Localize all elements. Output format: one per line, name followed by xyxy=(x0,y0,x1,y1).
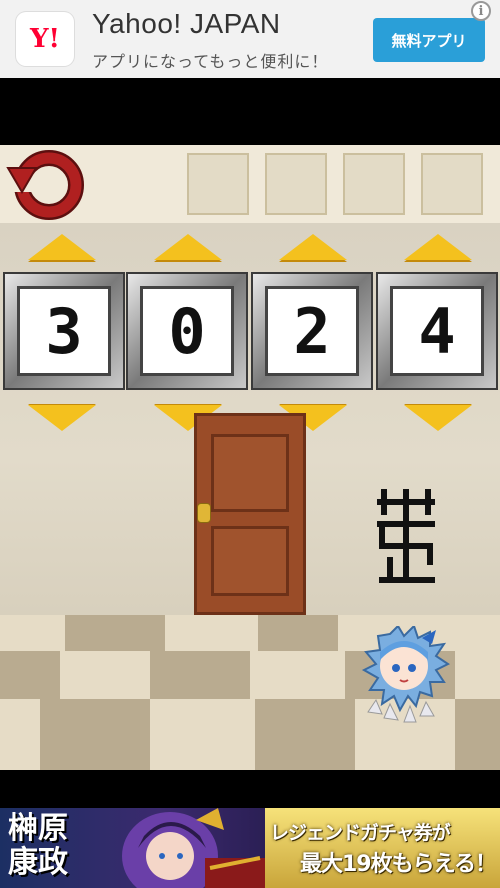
door-knob[interactable] xyxy=(197,503,211,523)
game-screen: Y! Yahoo! JAPAN アプリになってもっと便利に！ 無料アプリ i 3 xyxy=(0,0,500,888)
digit-down-arrow[interactable] xyxy=(28,405,96,431)
door-panel-bottom xyxy=(211,526,289,596)
inventory-slot[interactable] xyxy=(187,153,249,215)
digit-value: 3 xyxy=(17,286,111,376)
digit-down-arrow[interactable] xyxy=(404,405,472,431)
ad-subtitle[interactable]: アプリになってもっと便利に！ xyxy=(92,48,328,72)
digit-up-arrow[interactable] xyxy=(154,234,222,260)
ad-title[interactable]: Yahoo! JAPAN xyxy=(92,8,281,40)
digit-value: 4 xyxy=(390,286,484,376)
inventory-slot[interactable] xyxy=(265,153,327,215)
back-button[interactable] xyxy=(6,148,88,220)
ad-kanji-line2: 康政 xyxy=(8,845,68,880)
character-sprite[interactable] xyxy=(360,626,450,726)
refresh-arrow-icon xyxy=(6,150,84,220)
digit-display: 4 xyxy=(376,272,498,390)
inventory-slot[interactable] xyxy=(343,153,405,215)
digit-value: 2 xyxy=(265,286,359,376)
wall-glyph-clue[interactable] xyxy=(376,488,436,588)
digit-value: 0 xyxy=(140,286,234,376)
install-button[interactable]: 無料アプリ xyxy=(373,18,485,62)
door-panel-top xyxy=(211,434,289,512)
digit-display: 2 xyxy=(251,272,373,390)
digit-up-arrow[interactable] xyxy=(279,234,347,260)
digit-up-arrow[interactable] xyxy=(404,234,472,260)
digit-display: 0 xyxy=(126,272,248,390)
ad-promo-line1[interactable]: レジェンドガチャ券が xyxy=(270,818,451,845)
digit-up-arrow[interactable] xyxy=(28,234,96,260)
ad-kanji-title[interactable]: 榊原 康政 xyxy=(8,812,68,880)
inventory-slot[interactable] xyxy=(421,153,483,215)
ad-kanji-line1: 榊原 xyxy=(8,811,68,846)
ad-promo-line2[interactable]: 最大19枚もらえる！ xyxy=(300,846,497,878)
yahoo-logo[interactable]: Y! xyxy=(16,12,74,66)
ad-info-icon[interactable]: i xyxy=(471,1,491,21)
digit-display: 3 xyxy=(3,272,125,390)
